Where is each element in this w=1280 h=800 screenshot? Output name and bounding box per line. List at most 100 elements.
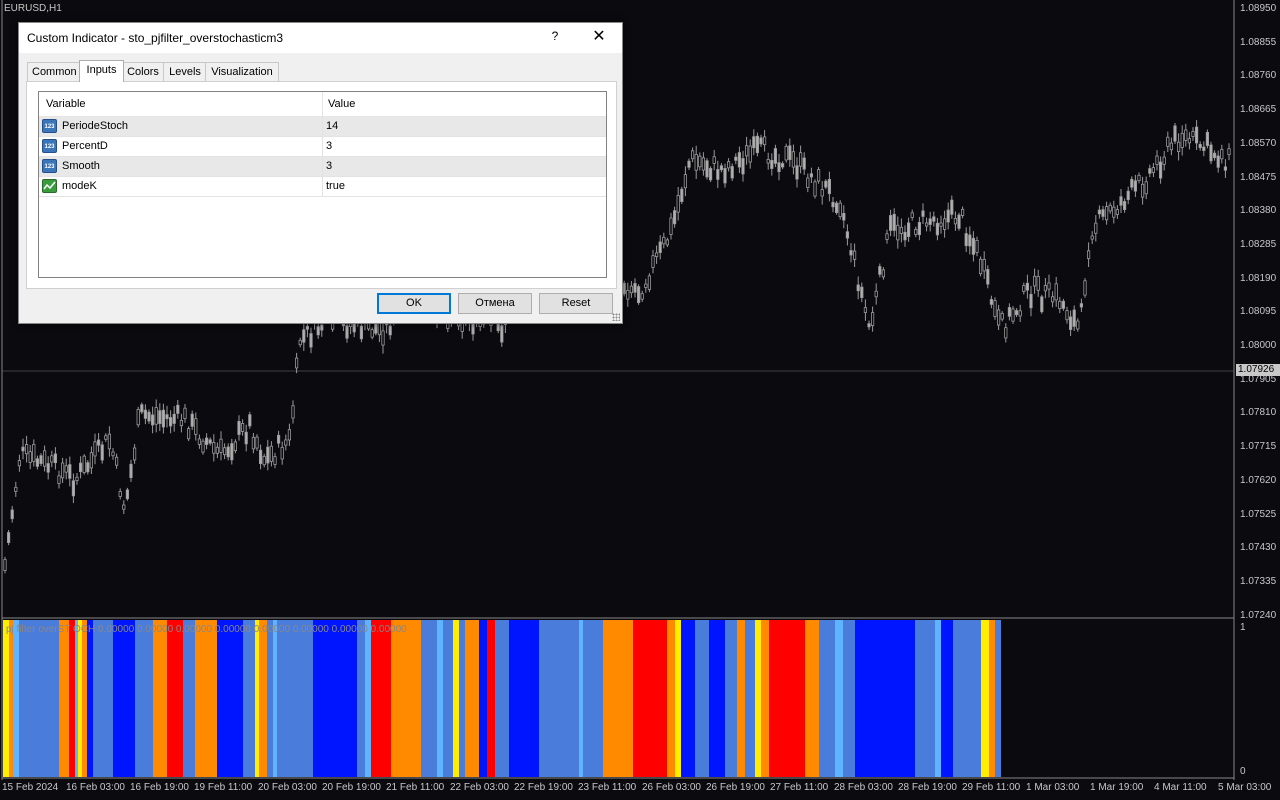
candle-body xyxy=(975,239,979,253)
candle-body xyxy=(1090,235,1094,240)
reset-button[interactable]: Reset xyxy=(539,293,613,314)
candle-body xyxy=(10,509,14,520)
variable-column-header[interactable]: Variable xyxy=(46,98,86,110)
candle-body xyxy=(694,154,698,171)
resize-grip-icon[interactable] xyxy=(612,313,620,321)
candle-body xyxy=(1000,312,1004,320)
input-row-periodestoch[interactable]: 123 PeriodeStoch 14 xyxy=(39,117,606,137)
candle-body xyxy=(352,322,356,333)
tab-visualization[interactable]: Visualization xyxy=(205,62,279,81)
candle-body xyxy=(673,210,677,225)
input-name: PercentD xyxy=(62,140,108,152)
candle-body xyxy=(676,195,680,213)
candle-body xyxy=(1205,132,1209,146)
time-tick: 20 Feb 03:00 xyxy=(258,782,317,793)
dialog-titlebar[interactable]: Custom Indicator - sto_pjfilter_overstoc… xyxy=(19,23,622,53)
candle-body xyxy=(345,325,349,339)
tab-common[interactable]: Common xyxy=(27,62,81,81)
input-value[interactable]: 14 xyxy=(326,120,338,132)
indicator-band xyxy=(603,620,633,777)
indicator-band xyxy=(93,620,113,777)
indicator-band xyxy=(989,620,995,777)
candle-body xyxy=(302,329,306,343)
indicator-band xyxy=(357,620,365,777)
price-tick: 1.08665 xyxy=(1240,104,1277,116)
candle-body xyxy=(723,168,727,184)
custom-indicator-dialog: Custom Indicator - sto_pjfilter_overstoc… xyxy=(18,22,623,324)
dialog-title: Custom Indicator - sto_pjfilter_overstoc… xyxy=(27,31,284,45)
time-tick: 22 Feb 03:00 xyxy=(450,782,509,793)
candle-body xyxy=(842,212,846,221)
candle-body xyxy=(240,423,245,432)
candle-body xyxy=(93,441,97,457)
candle-body xyxy=(1058,300,1062,310)
number-icon: 123 xyxy=(42,119,57,133)
close-button[interactable]: ✕ xyxy=(589,28,609,48)
tab-levels[interactable]: Levels xyxy=(163,62,207,81)
time-tick: 26 Feb 19:00 xyxy=(706,782,765,793)
candle-body xyxy=(691,150,695,160)
indicator-scale-bottom: 0 xyxy=(1240,766,1246,777)
indicator-band xyxy=(69,620,75,777)
indicator-band xyxy=(259,620,267,777)
candle-body xyxy=(53,453,58,464)
row-divider xyxy=(322,157,323,176)
column-divider[interactable] xyxy=(322,92,323,116)
input-value[interactable]: true xyxy=(326,180,345,192)
help-button[interactable]: ? xyxy=(547,29,563,47)
candle-body xyxy=(633,283,637,293)
candle-body xyxy=(928,218,932,225)
tab-inputs[interactable]: Inputs xyxy=(79,60,124,82)
candle-body xyxy=(835,202,839,213)
candle-body xyxy=(788,145,792,160)
cancel-button[interactable]: Отмена xyxy=(458,293,532,314)
input-value[interactable]: 3 xyxy=(326,140,332,152)
candle-body xyxy=(370,329,374,338)
input-row-modek[interactable]: modeK true xyxy=(39,177,606,197)
input-value[interactable]: 3 xyxy=(326,160,332,172)
ok-button[interactable]: OK xyxy=(377,293,451,314)
candle-body xyxy=(17,460,22,467)
candle-body xyxy=(500,325,504,343)
candle-body xyxy=(658,241,662,253)
candle-body xyxy=(251,436,255,450)
candle-body xyxy=(284,439,288,446)
value-column-header[interactable]: Value xyxy=(328,98,355,110)
price-tick: 1.08285 xyxy=(1240,238,1277,250)
candle-body xyxy=(158,410,162,424)
time-tick: 19 Feb 11:00 xyxy=(194,782,253,793)
candle-body xyxy=(111,451,115,457)
indicator-band xyxy=(217,620,243,777)
input-row-percentd[interactable]: 123 PercentD 3 xyxy=(39,137,606,157)
candle-body xyxy=(950,199,954,215)
candle-body xyxy=(1126,190,1130,201)
candle-body xyxy=(795,165,799,180)
row-divider xyxy=(322,137,323,156)
tab-colors[interactable]: Colors xyxy=(122,62,164,81)
row-divider xyxy=(322,177,323,196)
indicator-band xyxy=(82,620,87,777)
candle-body xyxy=(629,285,634,294)
price-tick: 1.07335 xyxy=(1240,575,1277,587)
candle-body xyxy=(856,284,860,292)
input-row-smooth[interactable]: 123 Smooth 3 xyxy=(39,157,606,177)
time-tick: 23 Feb 11:00 xyxy=(578,782,637,793)
candle-body xyxy=(669,217,673,235)
price-tick: 1.08475 xyxy=(1240,171,1277,183)
candle-body xyxy=(179,420,183,427)
candle-body xyxy=(118,491,122,497)
candle-body xyxy=(1195,126,1199,144)
indicator-band xyxy=(681,620,695,777)
candle-body xyxy=(280,446,284,460)
candle-body xyxy=(1112,206,1116,218)
price-tick: 1.07525 xyxy=(1240,508,1277,520)
indicator-band xyxy=(443,620,453,777)
candle-body xyxy=(374,322,378,334)
indicator-band xyxy=(153,620,167,777)
candle-body xyxy=(662,236,666,245)
candle-body xyxy=(935,222,940,236)
candle-body xyxy=(140,404,144,413)
candle-body xyxy=(255,436,259,449)
candle-body xyxy=(637,286,641,304)
indicator-band xyxy=(745,620,755,777)
